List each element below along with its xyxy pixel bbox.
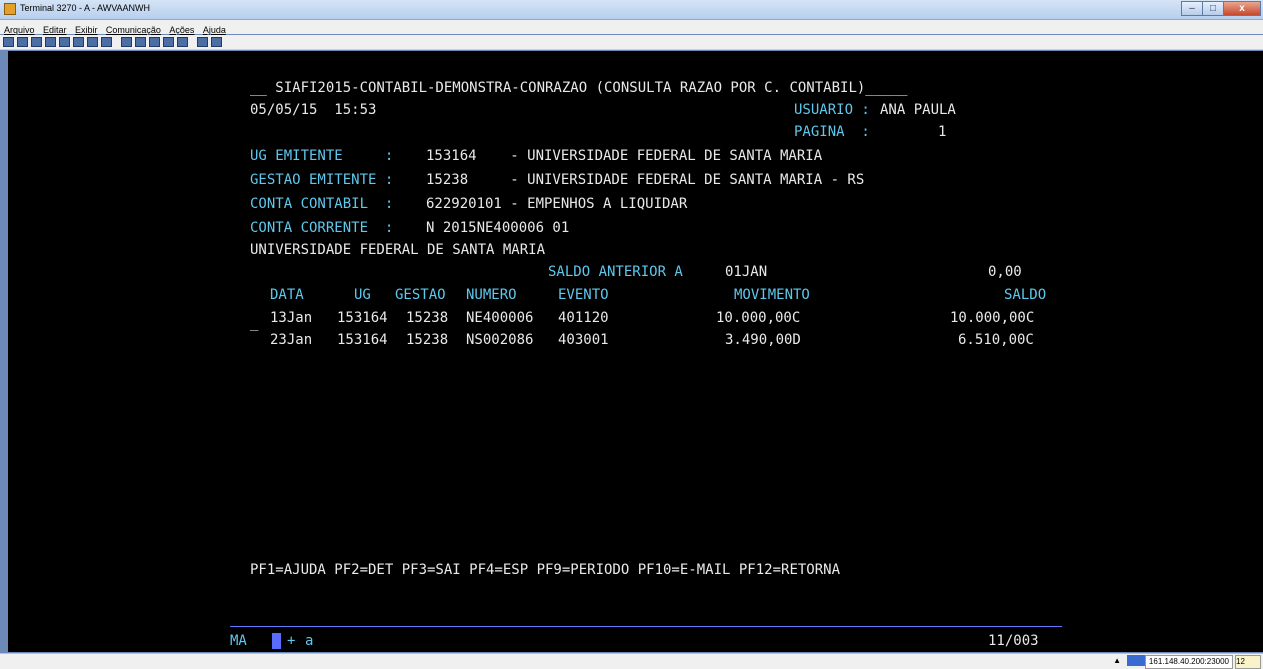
corrente-label: CONTA CORRENTE : bbox=[250, 220, 394, 236]
row2-saldo: 6.510,00C bbox=[958, 332, 1034, 348]
copy-icon[interactable] bbox=[3, 37, 14, 47]
status-bar: ▲ 161.148.40.200:23000 12 bbox=[0, 653, 1263, 669]
row2-movimento: 3.490,00D bbox=[725, 332, 801, 348]
row2-numero: NS002086 bbox=[466, 332, 534, 348]
conta-label: CONTA CONTABIL : bbox=[250, 196, 394, 212]
menu-exibir[interactable]: Exibir bbox=[75, 25, 98, 35]
row1-data: 13Jan bbox=[270, 310, 313, 326]
row2-ug: 153164 bbox=[337, 332, 388, 348]
page-indicator: 12 bbox=[1235, 655, 1261, 669]
terminal-screen[interactable]: __ SIAFI2015-CONTABIL-DEMONSTRA-CONRAZAO… bbox=[8, 51, 1263, 652]
chart-alt-icon[interactable] bbox=[163, 37, 174, 47]
cursor-position: 11/003 bbox=[988, 633, 1039, 649]
col-evento: EVENTO bbox=[558, 287, 609, 303]
menu-bar: Arquivo Editar Exibir Comunicação Ações … bbox=[0, 20, 1263, 35]
row1-movimento: 10.000,00C bbox=[716, 310, 801, 326]
ug-value: 153164 - UNIVERSIDADE FEDERAL DE SANTA M… bbox=[426, 148, 823, 164]
upload-icon[interactable] bbox=[121, 37, 132, 47]
col-movimento: MOVIMENTO bbox=[734, 287, 810, 303]
disk-icon[interactable] bbox=[197, 37, 208, 47]
row1-ug: 153164 bbox=[337, 310, 388, 326]
pagina-label: PAGINA : bbox=[794, 124, 870, 140]
col-numero: NUMERO bbox=[466, 287, 517, 303]
menu-arquivo[interactable]: Arquivo bbox=[4, 25, 35, 35]
col-saldo: SALDO bbox=[1004, 287, 1047, 303]
chart-icon[interactable] bbox=[149, 37, 160, 47]
oia-separator bbox=[230, 626, 1062, 627]
toolbar bbox=[0, 35, 1263, 50]
print-icon[interactable] bbox=[31, 37, 42, 47]
saldo-anterior-value: 0,00 bbox=[988, 264, 1022, 280]
col-data: DATA bbox=[270, 287, 304, 303]
oia-plus: + bbox=[287, 633, 296, 649]
row1-evento: 401120 bbox=[558, 310, 609, 326]
menu-editar[interactable]: Editar bbox=[43, 25, 67, 35]
gestao-value: 15238 - UNIVERSIDADE FEDERAL DE SANTA MA… bbox=[426, 172, 865, 188]
row1-gestao: 15238 bbox=[406, 310, 449, 326]
menu-comunicacao[interactable]: Comunicação bbox=[106, 25, 161, 35]
row1-numero: NE400006 bbox=[466, 310, 534, 326]
oia-ma: MA bbox=[230, 633, 247, 649]
pagina-value: 1 bbox=[938, 124, 947, 140]
usuario-label: USUARIO : bbox=[794, 102, 870, 118]
cursor-block bbox=[272, 633, 281, 649]
close-button[interactable]: x bbox=[1223, 1, 1261, 16]
gestao-label: GESTAO EMITENTE : bbox=[250, 172, 394, 188]
row2-evento: 403001 bbox=[558, 332, 609, 348]
saldo-anterior-date: 01JAN bbox=[725, 264, 768, 280]
window-controls: – □ x bbox=[1181, 1, 1261, 17]
lock-icon[interactable] bbox=[59, 37, 70, 47]
message-icon[interactable] bbox=[177, 37, 188, 47]
menu-acoes[interactable]: Ações bbox=[169, 25, 194, 35]
date-time: 05/05/15 15:53 bbox=[250, 102, 377, 118]
window-title: Terminal 3270 - A - AWVAANWH bbox=[20, 3, 151, 13]
map-icon[interactable] bbox=[87, 37, 98, 47]
oia-a: a bbox=[305, 633, 314, 649]
usuario-value: ANA PAULA bbox=[880, 102, 956, 118]
corrente-value: N 2015NE400006 01 bbox=[426, 220, 570, 236]
title-bar: Terminal 3270 - A - AWVAANWH – □ x bbox=[0, 0, 1263, 20]
maximize-button[interactable]: □ bbox=[1202, 1, 1224, 16]
cut-icon[interactable] bbox=[45, 37, 56, 47]
row1-saldo: 10.000,00C bbox=[950, 310, 1035, 326]
network-icon bbox=[1127, 655, 1145, 666]
grid-icon[interactable] bbox=[101, 37, 112, 47]
row2-data: 23Jan bbox=[270, 332, 313, 348]
ug-label: UG EMITENTE : bbox=[250, 148, 394, 164]
menu-ajuda[interactable]: Ajuda bbox=[203, 25, 226, 35]
triangle-up-icon: ▲ bbox=[1113, 656, 1121, 665]
screen-header: __ SIAFI2015-CONTABIL-DEMONSTRA-CONRAZAO… bbox=[250, 80, 908, 96]
help-icon[interactable] bbox=[211, 37, 222, 47]
pf-keys-legend: PF1=AJUDA PF2=DET PF3=SAI PF4=ESP PF9=PE… bbox=[250, 562, 841, 578]
host-address: 161.148.40.200:23000 bbox=[1144, 655, 1233, 669]
paste-icon[interactable] bbox=[17, 37, 28, 47]
col-ug: UG bbox=[354, 287, 371, 303]
download-icon[interactable] bbox=[135, 37, 146, 47]
row-select-field[interactable]: _ bbox=[250, 314, 258, 332]
org-name: UNIVERSIDADE FEDERAL DE SANTA MARIA bbox=[250, 242, 546, 258]
send-icon[interactable] bbox=[73, 37, 84, 47]
conta-value: 622920101 - EMPENHOS A LIQUIDAR bbox=[426, 196, 688, 212]
terminal-app-icon bbox=[4, 3, 16, 15]
row2-gestao: 15238 bbox=[406, 332, 449, 348]
minimize-button[interactable]: – bbox=[1181, 1, 1203, 16]
saldo-anterior-label: SALDO ANTERIOR A bbox=[548, 264, 683, 280]
col-gestao: GESTAO bbox=[395, 287, 446, 303]
